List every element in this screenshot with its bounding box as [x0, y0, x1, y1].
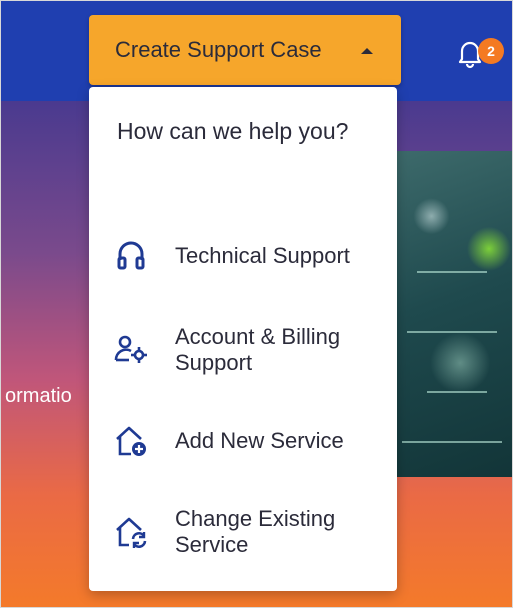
menu-item-label: Technical Support [175, 243, 350, 268]
menu-item-add-new-service[interactable]: Add New Service [89, 408, 397, 474]
menu-item-change-existing-service[interactable]: Change Existing Service [89, 499, 397, 565]
hero-circuit-image [397, 151, 512, 477]
notification-count-badge: 2 [478, 38, 504, 64]
support-case-dropdown-menu: How can we help you? Technical Support A… [89, 87, 397, 591]
page-frame: ormatio Create Support Case 2 How can we… [0, 0, 513, 608]
menu-item-label: Account & Billing Support [175, 324, 341, 375]
user-gear-icon [111, 330, 151, 370]
create-support-case-button[interactable]: Create Support Case [89, 15, 401, 85]
menu-item-account-billing-support[interactable]: Account & Billing Support [89, 317, 397, 383]
menu-heading: How can we help you? [117, 118, 349, 144]
create-support-case-label: Create Support Case [115, 37, 322, 62]
menu-item-label: Add New Service [175, 428, 344, 453]
menu-item-technical-support[interactable]: Technical Support [89, 223, 397, 289]
home-refresh-icon [111, 512, 151, 552]
home-plus-icon [111, 421, 151, 461]
menu-item-label: Change Existing Service [175, 506, 336, 557]
hero-partial-text: ormatio [5, 385, 72, 407]
caret-up-icon [361, 48, 373, 54]
headset-icon [111, 236, 151, 276]
